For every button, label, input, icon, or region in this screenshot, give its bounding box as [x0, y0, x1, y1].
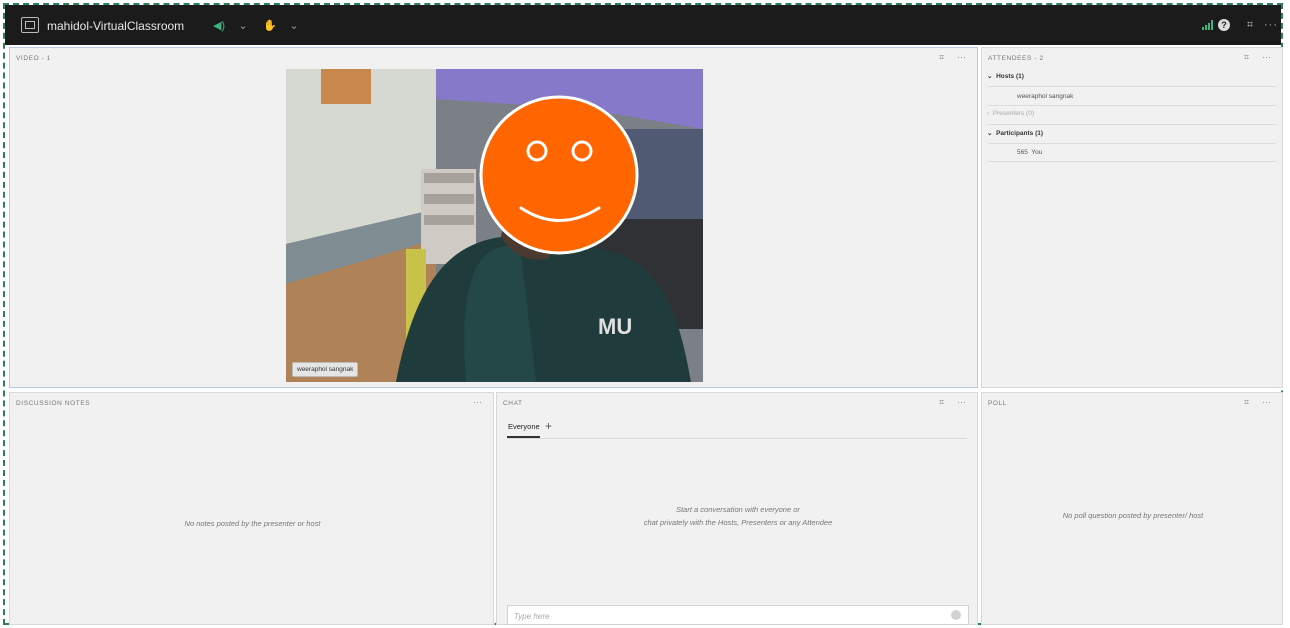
fullscreen-icon[interactable]: ⌗ [1244, 52, 1249, 63]
participants-label: Participants (1) [996, 130, 1044, 137]
divider [988, 105, 1276, 106]
tab-everyone[interactable]: Everyone [508, 422, 540, 431]
emoji-icon[interactable] [951, 610, 961, 620]
notes-empty-message: No notes posted by the presenter or host [184, 519, 321, 528]
video-pod: VIDEO - 1 ⌗ ··· MU weeraphol sangnak [9, 47, 978, 388]
attendee-host[interactable]: weeraphol sangnak [1017, 93, 1073, 100]
divider [988, 124, 1276, 125]
more-icon[interactable]: ··· [1263, 17, 1279, 33]
chevron-down-icon[interactable]: ⌄ [288, 17, 300, 33]
chat-input[interactable] [508, 607, 950, 626]
app-frame-icon[interactable] [21, 17, 39, 33]
attendee-participant[interactable]: 565 You [1017, 149, 1042, 156]
chat-empty-line-1: Start a conversation with everyone or [676, 505, 800, 514]
poll-pod: POLL ⌗ ··· No poll question posted by pr… [981, 392, 1283, 625]
fullscreen-icon[interactable]: ⌗ [1243, 17, 1257, 33]
signal-bars-icon[interactable] [1201, 17, 1215, 33]
fullscreen-icon[interactable]: ⌗ [1244, 397, 1249, 408]
pod-title: DISCUSSION NOTES [16, 400, 91, 407]
raise-hand-icon[interactable]: ✋ [263, 17, 277, 33]
speaker-icon[interactable]: ◀) [211, 17, 227, 33]
chat-empty-message: Start a conversation with everyone or ch… [497, 503, 979, 529]
pod-title: ATTENDEES - 2 [988, 55, 1044, 62]
participant-name: 565 [1017, 149, 1028, 156]
more-icon[interactable]: ··· [957, 52, 966, 62]
svg-text:MU: MU [598, 314, 632, 339]
help-icon[interactable]: ? [1217, 17, 1231, 33]
chevron-down-icon[interactable]: ⌄ [237, 17, 249, 33]
fullscreen-icon[interactable]: ⌗ [939, 52, 944, 63]
hosts-section[interactable]: ⌄ Hosts (1) [987, 72, 1024, 80]
participants-section[interactable]: ⌄ Participants (1) [987, 129, 1043, 137]
divider [988, 143, 1276, 144]
divider [507, 438, 967, 439]
presenters-section[interactable]: › Presenters (0) [987, 110, 1034, 117]
presenters-label: Presenters (0) [992, 110, 1034, 117]
attendees-pod: ATTENDEES - 2 ⌗ ··· ⌄ Hosts (1) weerapho… [981, 47, 1283, 388]
chat-empty-line-2: chat privately with the Hosts, Presenter… [643, 518, 833, 527]
more-icon[interactable]: ··· [473, 397, 482, 407]
divider [988, 161, 1276, 162]
more-icon[interactable]: ··· [1262, 397, 1271, 407]
add-chat-tab-icon[interactable]: + [545, 419, 552, 433]
video-name-tag: weeraphol sangnak [292, 362, 359, 377]
pod-title: VIDEO - 1 [16, 55, 52, 62]
pod-title: POLL [988, 400, 1008, 407]
fullscreen-icon[interactable]: ⌗ [939, 397, 944, 408]
chat-input-box[interactable] [507, 605, 969, 626]
chevron-down-icon: ⌄ [987, 130, 993, 137]
meeting-title: mahidol-VirtualClassroom [47, 19, 185, 33]
chevron-right-icon: › [987, 110, 990, 117]
top-bar: mahidol-VirtualClassroom ◀) ⌄ ✋ ⌄ ? ⌗ ··… [5, 5, 1281, 45]
participant-you-tag: You [1031, 149, 1043, 156]
chevron-down-icon: ⌄ [987, 73, 993, 80]
hosts-label: Hosts (1) [996, 73, 1024, 80]
discussion-notes-pod: DISCUSSION NOTES ··· No notes posted by … [9, 392, 494, 625]
more-icon[interactable]: ··· [957, 397, 966, 407]
poll-empty-message: No poll question posted by presenter/ ho… [1062, 511, 1204, 520]
avatar-overlay [479, 95, 639, 255]
pod-title: CHAT [503, 400, 523, 407]
divider [988, 86, 1276, 87]
chat-pod: CHAT ⌗ ··· Everyone + Start a conversati… [496, 392, 979, 626]
more-icon[interactable]: ··· [1262, 52, 1271, 62]
